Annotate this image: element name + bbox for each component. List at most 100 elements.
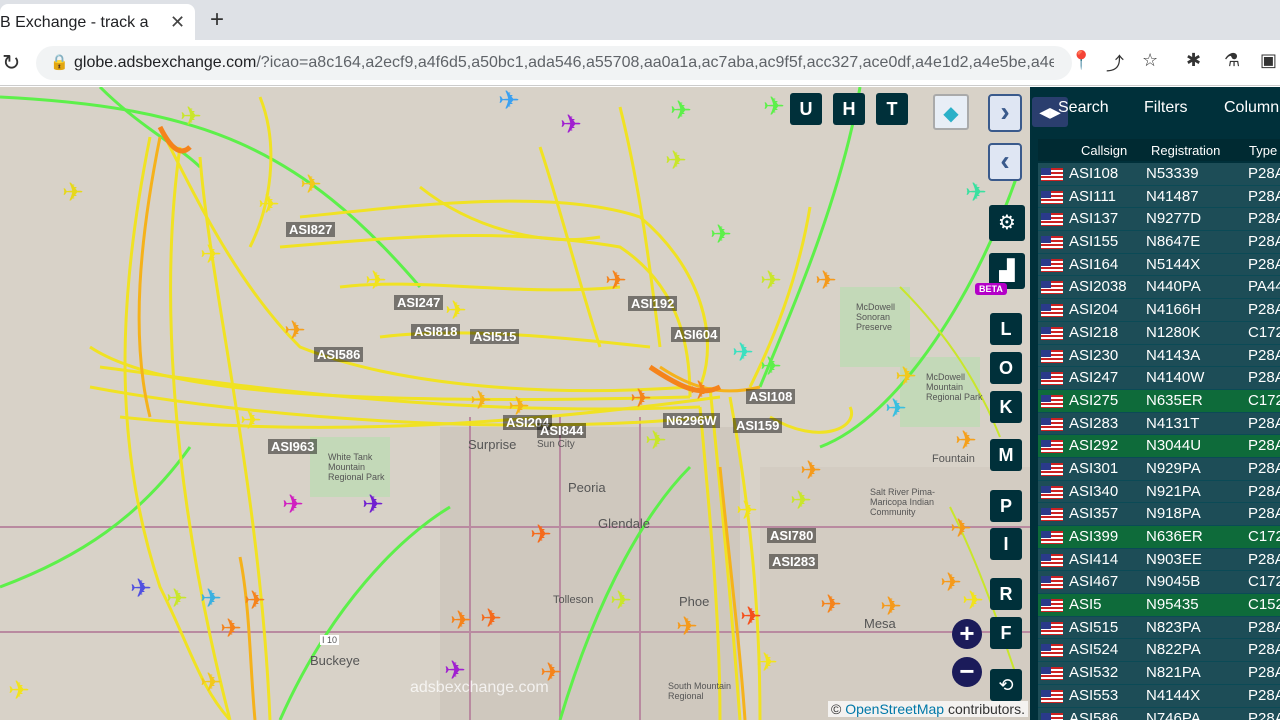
zoom-in-button[interactable]: + <box>952 619 982 649</box>
aircraft-icon[interactable]: ✈ <box>8 677 30 703</box>
table-row[interactable]: ASI137 N9277D P28A <box>1038 208 1280 232</box>
aircraft-icon[interactable]: ✈ <box>940 569 962 595</box>
table-row[interactable]: ASI155 N8647E P28A <box>1038 231 1280 254</box>
close-tab-icon[interactable]: ✕ <box>170 12 185 33</box>
aircraft-icon[interactable]: ✈ <box>508 393 530 419</box>
aircraft-icon[interactable]: ✈ <box>300 171 322 197</box>
aircraft-icon[interactable]: ✈ <box>284 317 306 343</box>
settings-gear-icon[interactable]: ⚙ <box>989 205 1025 241</box>
url-text[interactable]: globe.adsbexchange.com/?icao=a8c164,a2ec… <box>74 54 1054 72</box>
aircraft-icon[interactable]: ✈ <box>665 147 687 173</box>
aircraft-icon[interactable]: ✈ <box>965 179 987 205</box>
aircraft-icon[interactable]: ✈ <box>498 87 520 113</box>
tab-search[interactable]: Search <box>1058 99 1109 117</box>
table-row[interactable]: ASI283 N4131T P28A <box>1038 412 1280 436</box>
table-row[interactable]: ASI515 N823PA P28A <box>1038 616 1280 640</box>
reload-icon[interactable]: ↻ <box>2 50 20 76</box>
aircraft-icon[interactable]: ✈ <box>244 587 266 613</box>
aircraft-label[interactable]: ASI192 <box>628 296 678 311</box>
table-row[interactable]: ASI414 N903EE P28A <box>1038 548 1280 572</box>
aircraft-icon[interactable]: ✈ <box>220 615 242 641</box>
button-f[interactable]: F <box>990 617 1022 649</box>
aircraft-icon[interactable]: ✈ <box>800 457 822 483</box>
aircraft-icon[interactable]: ✈ <box>760 353 782 379</box>
lock-icon[interactable]: 🔒 <box>50 53 69 71</box>
extensions-puzzle-icon[interactable]: ✱ <box>1186 50 1201 71</box>
aircraft-icon[interactable]: ✈ <box>962 587 984 613</box>
table-row[interactable]: ASI340 N921PA P28A <box>1038 480 1280 504</box>
table-row[interactable]: ASI247 N4140W P28A <box>1038 367 1280 390</box>
button-h[interactable]: H <box>833 93 865 125</box>
aircraft-icon[interactable]: ✈ <box>200 585 222 611</box>
side-panel-icon[interactable]: ▣ <box>1260 50 1277 71</box>
aircraft-icon[interactable]: ✈ <box>645 427 667 453</box>
table-row[interactable]: ASI164 N5144X P28A <box>1038 253 1280 277</box>
aircraft-icon[interactable]: ✈ <box>166 585 188 611</box>
table-row[interactable]: ASI586 N746PA P28A <box>1038 707 1280 720</box>
aircraft-icon[interactable]: ✈ <box>258 191 280 217</box>
aircraft-icon[interactable]: ✈ <box>736 497 758 523</box>
aircraft-icon[interactable]: ✈ <box>560 111 582 137</box>
aircraft-icon[interactable]: ✈ <box>610 587 632 613</box>
aircraft-icon[interactable]: ✈ <box>732 339 754 365</box>
table-row[interactable]: ASI301 N929PA P28A <box>1038 457 1280 481</box>
aircraft-icon[interactable]: ✈ <box>740 603 762 629</box>
table-row[interactable]: ASI111 N41487 P28A <box>1038 185 1280 209</box>
table-row[interactable]: ASI204 N4166H P28A <box>1038 299 1280 322</box>
share-icon[interactable]: ⤴ <box>1106 50 1124 76</box>
button-k[interactable]: K <box>990 391 1022 423</box>
aircraft-icon[interactable]: ✈ <box>630 385 652 411</box>
aircraft-icon[interactable]: ✈ <box>470 387 492 413</box>
button-i[interactable]: I <box>990 528 1022 560</box>
aircraft-icon[interactable]: ✈ <box>895 363 917 389</box>
aircraft-label[interactable]: ASI963 <box>268 439 318 454</box>
table-row[interactable]: ASI218 N1280K C172 <box>1038 321 1280 345</box>
aircraft-icon[interactable]: ✈ <box>362 491 384 517</box>
aircraft-label[interactable]: ASI818 <box>411 324 461 339</box>
tab-filters[interactable]: Filters <box>1144 99 1188 117</box>
aircraft-icon[interactable]: ✈ <box>62 179 84 205</box>
aircraft-label[interactable]: ASI604 <box>671 327 721 342</box>
map-layers-icon[interactable]: ◆ <box>933 94 969 130</box>
aircraft-icon[interactable]: ✈ <box>880 593 902 619</box>
table-row[interactable]: ASI2038 N440PA PA44 <box>1038 276 1280 300</box>
omnibox[interactable]: 🔒 globe.adsbexchange.com/?icao=a8c164,a2… <box>36 46 1072 80</box>
aircraft-label[interactable]: ASI283 <box>769 554 819 569</box>
aircraft-icon[interactable]: ✈ <box>885 395 907 421</box>
table-row[interactable]: ASI467 N9045B C172 <box>1038 571 1280 595</box>
button-t[interactable]: T <box>876 93 908 125</box>
button-r[interactable]: R <box>990 578 1022 610</box>
aircraft-label[interactable]: ASI515 <box>470 329 520 344</box>
aircraft-icon[interactable]: ✈ <box>445 297 467 323</box>
aircraft-label[interactable]: ASI159 <box>733 418 783 433</box>
aircraft-icon[interactable]: ✈ <box>955 427 977 453</box>
aircraft-icon[interactable]: ✈ <box>690 377 712 403</box>
aircraft-icon[interactable]: ✈ <box>756 649 778 675</box>
table-row[interactable]: ASI524 N822PA P28A <box>1038 639 1280 663</box>
aircraft-label[interactable]: ASI247 <box>394 295 444 310</box>
tab-columns[interactable]: Column <box>1224 99 1279 117</box>
aircraft-icon[interactable]: ✈ <box>676 613 698 639</box>
aircraft-icon[interactable]: ✈ <box>763 93 785 119</box>
column-registration[interactable]: Registration <box>1151 143 1220 158</box>
aircraft-icon[interactable]: ✈ <box>950 515 972 541</box>
aircraft-icon[interactable]: ✈ <box>820 591 842 617</box>
table-row[interactable]: ASI357 N918PA P28A <box>1038 503 1280 526</box>
button-u[interactable]: U <box>790 93 822 125</box>
table-row[interactable]: ASI553 N4144X P28A <box>1038 684 1280 708</box>
table-row[interactable]: ASI275 N635ER C172 <box>1038 389 1280 413</box>
aircraft-icon[interactable]: ✈ <box>450 607 472 633</box>
aircraft-label[interactable]: ASI780 <box>767 528 817 543</box>
aircraft-label[interactable]: ASI586 <box>314 347 364 362</box>
table-row[interactable]: ASI5 N95435 C152 <box>1038 594 1280 617</box>
map-view[interactable]: Surprise Sun City Peoria Glendale Tolles… <box>0 87 1030 720</box>
aircraft-icon[interactable]: ✈ <box>790 487 812 513</box>
aircraft-icon[interactable]: ✈ <box>130 575 152 601</box>
table-row[interactable]: ASI230 N4143A P28A <box>1038 344 1280 368</box>
osm-link[interactable]: OpenStreetMap <box>845 701 944 717</box>
aircraft-icon[interactable]: ✈ <box>710 221 732 247</box>
aircraft-icon[interactable]: ✈ <box>760 267 782 293</box>
button-l[interactable]: L <box>990 313 1022 345</box>
column-type[interactable]: Type <box>1249 143 1277 158</box>
location-pin-icon[interactable]: 📍 <box>1070 50 1092 71</box>
